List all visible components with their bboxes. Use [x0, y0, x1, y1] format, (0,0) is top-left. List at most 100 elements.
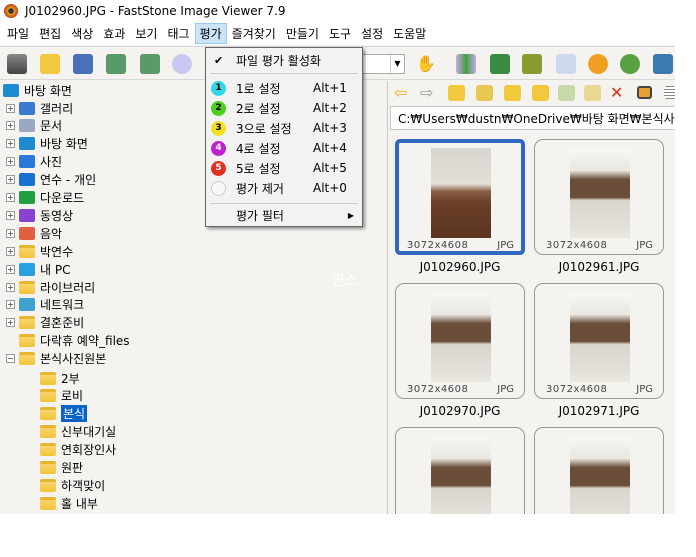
tree-root[interactable]: 바탕 화면 — [3, 81, 72, 99]
menu-file[interactable]: 파일 — [2, 23, 34, 44]
folder-icon — [40, 389, 56, 403]
refresh-folder-icon[interactable] — [476, 85, 493, 101]
menu-tools[interactable]: 도구 — [324, 23, 356, 44]
tree-item[interactable]: 신부대기실 — [40, 423, 116, 441]
expand-icon[interactable]: + — [6, 318, 15, 328]
menu-item-rating[interactable]: 1 1로 설정 Alt+1 — [206, 78, 362, 98]
expand-icon[interactable]: + — [6, 282, 15, 292]
shortcut-label: Alt+2 — [313, 101, 347, 115]
tree-item[interactable]: + 문서 — [6, 117, 62, 135]
expand-icon[interactable]: + — [6, 228, 15, 238]
acquire-camera-icon[interactable] — [7, 54, 27, 74]
forward-icon[interactable]: ⇨ — [420, 83, 433, 102]
tree-item[interactable]: 2부 — [40, 369, 80, 387]
menu-item-rating[interactable]: 4 4로 설정 Alt+4 — [206, 138, 362, 158]
tree-item[interactable]: + 다운로드 — [6, 189, 84, 207]
menu-item-rating[interactable]: 2 2로 설정 Alt+2 — [206, 98, 362, 118]
move-to-icon[interactable] — [584, 85, 601, 101]
tree-item[interactable]: 다락휴 예약_files — [19, 332, 130, 350]
zoom-in-icon[interactable] — [172, 54, 192, 74]
thumbnail-card[interactable] — [395, 427, 525, 514]
menu-tag[interactable]: 태그 — [162, 23, 194, 44]
expand-icon[interactable]: + — [6, 300, 15, 310]
file-name[interactable]: J0102960.JPG — [395, 260, 525, 274]
tree-item[interactable]: 본식 — [40, 405, 88, 423]
favorite-folder-icon[interactable] — [504, 85, 521, 101]
tree-item[interactable]: + 갤러리 — [6, 99, 73, 117]
tree-item[interactable]: + 결혼준비 — [6, 314, 84, 332]
menu-item-rating[interactable]: 3 3으로 설정 Alt+3 — [206, 118, 362, 138]
thumbnail-card[interactable]: 3072x4608 JPG — [534, 283, 664, 399]
menu-effects[interactable]: 효과 — [98, 23, 130, 44]
menu-favorites[interactable]: 즐겨찾기 — [227, 23, 281, 44]
menu-create[interactable]: 만들기 — [281, 23, 324, 44]
slideshow-icon[interactable] — [456, 54, 476, 74]
thumbnail-card[interactable]: 3072x4608 JPG — [534, 139, 664, 255]
tree-item[interactable]: 로비 — [40, 387, 83, 405]
thumbnail-card[interactable]: 3072x4608 JPG — [395, 139, 525, 255]
tree-item[interactable]: + 연수 - 개인 — [6, 171, 96, 189]
brightness-icon[interactable] — [588, 54, 608, 74]
file-name[interactable]: J0102971.JPG — [534, 404, 664, 418]
tree-item[interactable]: 연회장인사 — [40, 441, 116, 459]
image-dimensions: 3072x4608 — [407, 384, 469, 395]
new-folder-icon[interactable] — [532, 85, 549, 101]
thumbnail-view-icon[interactable] — [637, 86, 652, 99]
tree-item[interactable]: + 음악 — [6, 224, 62, 242]
copy-to-icon[interactable] — [558, 85, 575, 101]
thumbnail-card[interactable] — [534, 427, 664, 514]
menu-item-enable-rating[interactable]: ✔ 파일 평가 활성화 — [206, 50, 362, 70]
file-name[interactable]: J0102970.JPG — [395, 404, 525, 418]
expand-icon[interactable]: + — [6, 210, 15, 220]
delete-icon[interactable]: ✕ — [610, 83, 623, 102]
folder-icon — [40, 478, 56, 492]
tree-item[interactable]: + 바탕 화면 — [6, 135, 88, 153]
next-icon[interactable] — [140, 54, 160, 74]
crop-icon[interactable] — [522, 54, 542, 74]
save-icon[interactable] — [73, 54, 93, 74]
folder-up-icon[interactable] — [448, 85, 465, 101]
open-folder-icon[interactable] — [40, 54, 60, 74]
tree-item[interactable]: + 라이브러리 — [6, 278, 95, 296]
list-view-icon[interactable] — [664, 86, 675, 99]
expand-icon[interactable]: + — [6, 264, 15, 274]
expand-icon[interactable]: + — [6, 193, 15, 202]
expand-icon[interactable]: + — [6, 175, 15, 185]
thumbnail-card[interactable]: 3072x4608 JPG — [395, 283, 525, 399]
text-icon[interactable] — [556, 54, 576, 74]
menu-item-rating-filter[interactable]: 평가 필터 ▶ — [206, 205, 362, 225]
rotate-icon[interactable] — [653, 54, 673, 74]
tree-item[interactable]: 원판 — [40, 459, 83, 477]
menu-help[interactable]: 도움말 — [388, 23, 431, 44]
expand-icon[interactable]: + — [6, 157, 15, 167]
back-icon[interactable]: ⇦ — [394, 83, 407, 102]
expand-icon[interactable]: + — [6, 121, 15, 131]
menu-view[interactable]: 보기 — [130, 23, 162, 44]
rating-circle-icon: 5 — [211, 160, 226, 176]
tree-item[interactable]: − 본식사진원본 — [6, 350, 106, 368]
expand-icon[interactable]: + — [6, 139, 15, 149]
tree-item[interactable]: + 네트워크 — [6, 296, 84, 314]
menu-rating[interactable]: 평가 — [194, 23, 227, 44]
menu-edit[interactable]: 편집 — [34, 23, 66, 44]
tree-item[interactable]: + 내 PC — [6, 260, 70, 278]
path-bar[interactable]: C:₩Users₩dustn₩OneDrive₩바탕 화면₩본식사진원본 — [390, 106, 675, 130]
tree-item[interactable]: + 사진 — [6, 153, 62, 171]
hand-tool-icon[interactable]: ✋ — [416, 54, 436, 74]
expand-icon[interactable]: + — [6, 246, 15, 256]
stamp-icon[interactable] — [620, 54, 640, 74]
resize-icon[interactable] — [490, 54, 510, 74]
menu-settings[interactable]: 설정 — [356, 23, 388, 44]
tree-item[interactable]: + 박연수 — [6, 242, 73, 260]
menu-color[interactable]: 색상 — [66, 23, 98, 44]
tree-item[interactable]: + 동영상 — [6, 206, 73, 224]
menu-item-rating[interactable]: 5 5로 설정 Alt+5 — [206, 158, 362, 178]
file-name[interactable]: J0102961.JPG — [534, 260, 664, 274]
tree-item[interactable]: 하객맞이 — [40, 476, 105, 494]
expand-icon[interactable]: + — [6, 103, 15, 113]
chevron-down-icon[interactable]: ▼ — [390, 55, 404, 73]
menu-item-rating[interactable]: 평가 제거 Alt+0 — [206, 178, 362, 198]
previous-icon[interactable] — [106, 54, 126, 74]
collapse-icon[interactable]: − — [6, 354, 15, 364]
tree-item[interactable]: 홀 내부 — [40, 494, 98, 512]
